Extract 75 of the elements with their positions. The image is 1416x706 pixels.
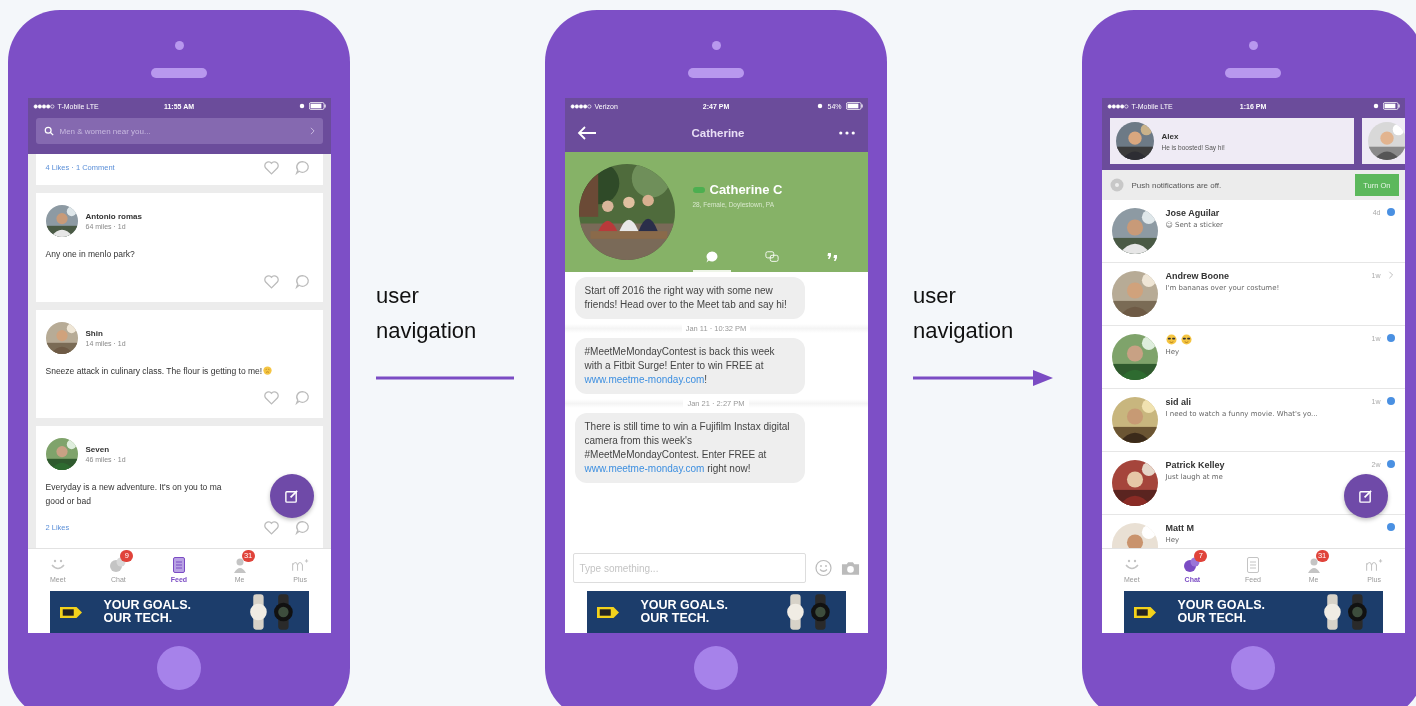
signal-icon xyxy=(569,103,592,109)
post-text: Sneeze attack in culinary class. The flour is getting to me! xyxy=(45,365,263,376)
poster-name[interactable]: Seven xyxy=(85,445,126,455)
connector-label: user navigation xyxy=(376,282,478,345)
sunglasses-face-icon xyxy=(1180,334,1192,345)
message-bubble: #MeetMeMondayContest is back this week with a Fitbit Surge! Enter to win FREE at www.meetme-monday.com! xyxy=(574,338,805,394)
signal-icon xyxy=(32,103,55,109)
ad-headline: YOUR GOALS. xyxy=(640,599,729,612)
chat-bubbles-icon xyxy=(109,555,128,574)
signal-icon xyxy=(1106,103,1129,109)
post-text: good or bad xyxy=(45,495,91,506)
home-button[interactable] xyxy=(694,646,738,690)
price-tag-icon xyxy=(1133,604,1156,620)
battery-icon xyxy=(308,102,326,110)
ad-headline: YOUR GOALS. xyxy=(103,599,192,612)
chevron-icon xyxy=(309,127,315,135)
ad-banner[interactable]: YOUR GOALS. OUR TECH. xyxy=(1123,591,1383,633)
chat-bubbles-icon xyxy=(765,250,779,264)
comment-icon[interactable] xyxy=(293,159,311,176)
camera-dot xyxy=(1248,41,1258,50)
compose-icon xyxy=(284,488,299,504)
status-badge-icon xyxy=(692,186,705,193)
battery-icon xyxy=(1382,102,1400,110)
link[interactable]: www.meetme-monday.com xyxy=(584,463,705,474)
ad-banner[interactable]: YOUR GOALS. OUR TECH. xyxy=(49,591,309,633)
price-tag-icon xyxy=(596,604,619,620)
profile-name: Catherine C xyxy=(709,182,783,197)
camera-dot xyxy=(174,41,184,50)
ad-headline: YOUR GOALS. xyxy=(1177,599,1266,612)
sunglasses-face-icon xyxy=(1165,334,1177,345)
feed-icon xyxy=(1244,555,1262,574)
message-bubble: There is still time to win a Fujifilm Instax digital camera from this week's #MeetMeMondayContest. Enter FREE at www.meetme-monday.com right now! xyxy=(574,413,805,483)
heart-icon[interactable] xyxy=(262,272,280,290)
contact-name: Jose Aguilar xyxy=(1165,208,1221,218)
contact-name: Patrick Kelley xyxy=(1165,460,1226,470)
comment-icon[interactable] xyxy=(293,272,311,290)
quote-icon xyxy=(825,250,840,264)
smiley-icon[interactable] xyxy=(813,559,833,577)
search-icon xyxy=(43,126,54,136)
notice-text: Push notifications are off. xyxy=(1131,180,1223,190)
contact-name: sid ali xyxy=(1165,397,1192,407)
comment-icon[interactable] xyxy=(293,389,311,407)
battery-icon xyxy=(845,102,863,110)
heart-icon[interactable] xyxy=(262,159,280,176)
feed-icon xyxy=(170,555,188,574)
connector-label: user navigation xyxy=(913,282,1015,345)
heart-icon[interactable] xyxy=(262,389,280,407)
contact-name: Andrew Boone xyxy=(1165,271,1230,281)
speaker-slot xyxy=(688,68,744,78)
speaker-slot xyxy=(151,68,207,78)
boost-name: Alex xyxy=(1161,131,1180,141)
home-button[interactable] xyxy=(1231,646,1275,690)
compose-icon xyxy=(1358,488,1373,504)
heart-icon[interactable] xyxy=(262,519,280,537)
camera-dot xyxy=(711,41,721,50)
chat-bubble-icon xyxy=(704,250,719,264)
back-arrow-icon[interactable] xyxy=(576,126,597,140)
post-text: Any one in menlo park? xyxy=(45,249,135,259)
ad-banner[interactable]: YOUR GOALS. OUR TECH. xyxy=(586,591,846,633)
camera-icon[interactable] xyxy=(840,559,860,577)
post-text: Everyday is a new adventure. It's on you to ma xyxy=(45,482,222,493)
price-tag-icon xyxy=(59,604,82,620)
speaker-slot xyxy=(1225,68,1281,78)
chat-title: Catherine xyxy=(691,127,745,139)
home-button[interactable] xyxy=(157,646,201,690)
contact-name: Matt M xyxy=(1165,523,1195,533)
ad-headline: OUR TECH. xyxy=(1177,612,1248,625)
poster-name[interactable]: Shin xyxy=(85,328,126,338)
message-bubble: Start off 2016 the right way with some new friends! Head over to the Meet tab and say hi! xyxy=(574,277,805,319)
poster-name[interactable]: Antonio romas xyxy=(85,212,142,221)
comment-icon[interactable] xyxy=(293,519,311,537)
chat-bubbles-icon xyxy=(1183,555,1202,574)
ad-headline: OUR TECH. xyxy=(640,612,711,625)
more-icon[interactable] xyxy=(839,131,856,135)
ad-headline: OUR TECH. xyxy=(103,612,174,625)
